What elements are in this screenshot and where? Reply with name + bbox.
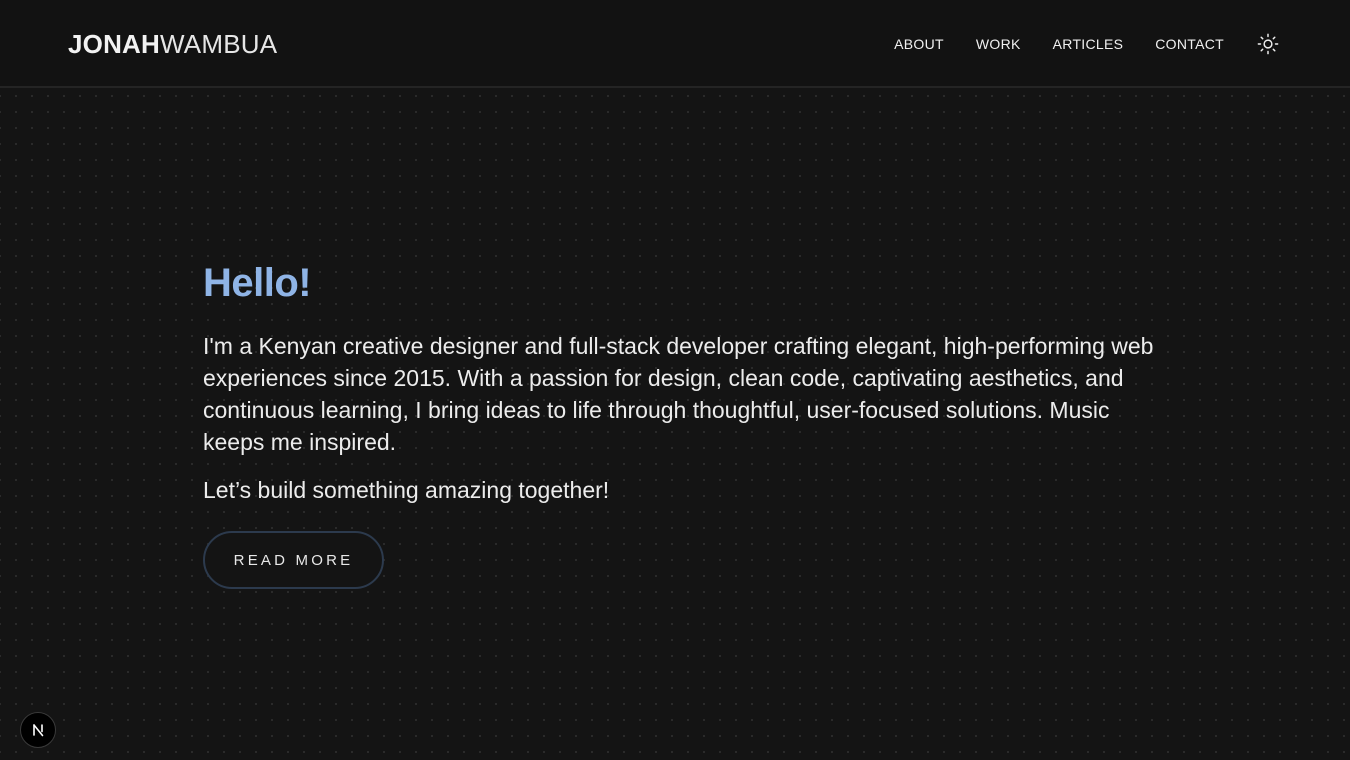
sun-icon — [1257, 33, 1279, 55]
hero-cta-text: Let’s build something amazing together! — [203, 477, 610, 503]
theme-toggle-button[interactable] — [1254, 30, 1282, 58]
page: JONAHWAMBUA ABOUT WORK ARTICLES CONTACT — [0, 0, 1350, 760]
nav-articles[interactable]: ARTICLES — [1053, 26, 1124, 62]
nextjs-n-icon — [33, 724, 44, 737]
logo-first-name: JONAH — [68, 29, 161, 59]
nav-about[interactable]: ABOUT — [894, 26, 944, 62]
logo-last-name: WAMBUA — [160, 29, 278, 59]
hero-section: Hello! I'm a Kenyan creative designer an… — [203, 258, 1163, 589]
hero-bio: I'm a Kenyan creative designer and full-… — [203, 333, 1154, 455]
site-logo[interactable]: JONAHWAMBUA — [68, 29, 277, 59]
nav-contact[interactable]: CONTACT — [1155, 26, 1224, 62]
hero-greeting: Hello! — [203, 261, 312, 305]
read-more-button[interactable]: READ MORE — [203, 531, 384, 589]
site-header: JONAHWAMBUA ABOUT WORK ARTICLES CONTACT — [0, 0, 1350, 88]
main-nav: ABOUT WORK ARTICLES CONTACT — [894, 26, 1282, 62]
nextjs-dev-badge[interactable] — [20, 712, 56, 748]
nav-work[interactable]: WORK — [976, 26, 1021, 62]
